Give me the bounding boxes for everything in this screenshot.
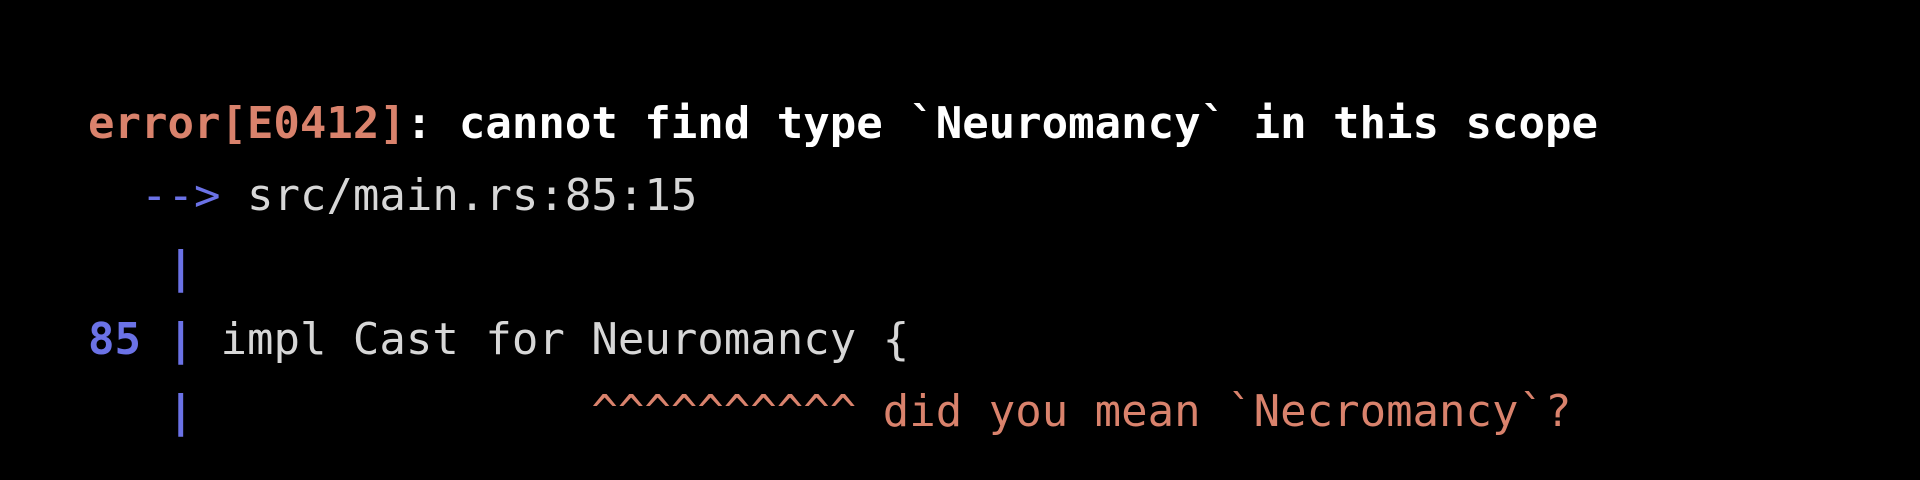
source-code-line: 85 | impl Cast for Neuromancy {: [88, 304, 1920, 376]
gutter-pipe: |: [167, 386, 194, 437]
suggestion-hint: did you mean `Necromancy`?: [882, 386, 1572, 437]
location-path: src/main.rs:85:15: [246, 170, 698, 221]
error-message: cannot find type `Neuromancy` in this sc…: [432, 98, 1598, 149]
error-separator: :: [405, 98, 433, 149]
terminal-output: error[E0412]: cannot find type `Neuroman…: [0, 0, 1920, 480]
error-code: error[E0412]: [88, 98, 406, 149]
gutter-pipe: |: [167, 314, 194, 365]
line-number: 85: [88, 314, 141, 365]
caret-underline: ^^^^^^^^^^: [591, 386, 857, 437]
source-code: impl Cast for Neuromancy {: [220, 314, 910, 365]
location-arrow: -->: [140, 170, 221, 221]
gutter-pipe: |: [167, 242, 194, 293]
annotation-line: | ^^^^^^^^^^ did you mean `Necromancy`?: [88, 376, 1920, 448]
gutter-blank-line: |: [88, 232, 1920, 304]
location-line: --> src/main.rs:85:15: [88, 160, 1920, 232]
error-line: error[E0412]: cannot find type `Neuroman…: [88, 88, 1920, 160]
